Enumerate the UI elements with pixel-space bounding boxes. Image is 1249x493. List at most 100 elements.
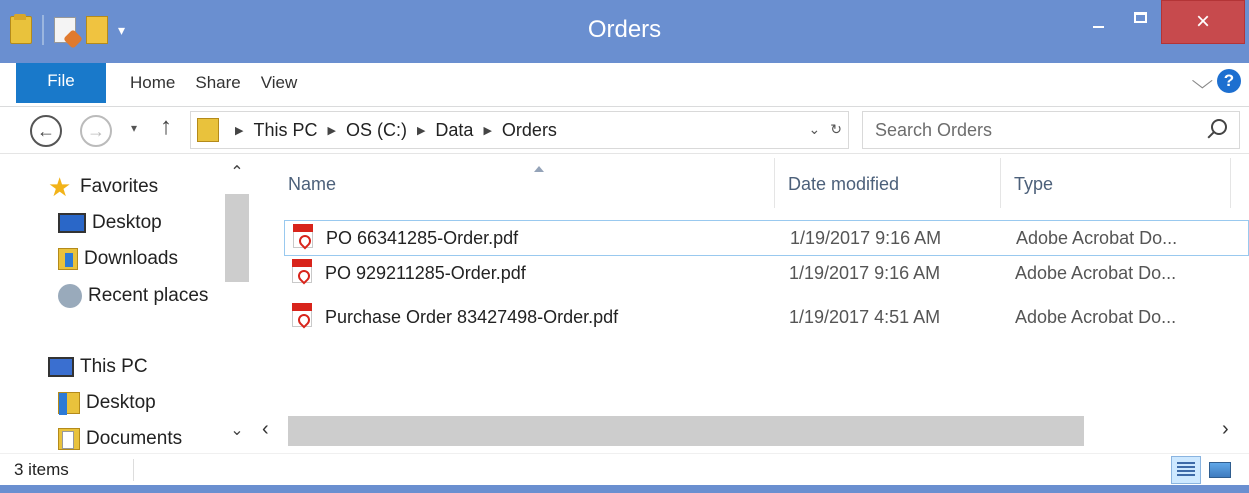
tab-share[interactable]: Share: [195, 73, 240, 93]
file-date-modified: 1/19/2017 4:51 AM: [789, 307, 941, 327]
status-divider: [133, 459, 134, 481]
address-actions: ⌄ ↻: [809, 121, 842, 138]
breadcrumb-this-pc[interactable]: This PC: [253, 120, 317, 141]
sidebar-item-label: Recent places: [88, 285, 209, 306]
column-header-name[interactable]: Name: [288, 174, 336, 195]
pdf-file-icon: [292, 303, 312, 327]
folder-icon[interactable]: [10, 14, 32, 44]
scroll-right-icon[interactable]: ›: [1222, 418, 1229, 441]
navigation-pane-scrollbar[interactable]: ⌃ ⌄: [222, 154, 252, 454]
window-controls: ×: [1077, 0, 1245, 44]
up-button[interactable]: ↑: [160, 113, 172, 141]
column-divider[interactable]: [774, 158, 775, 208]
file-name: PO 66341285-Order.pdf: [326, 228, 519, 248]
new-folder-icon[interactable]: [86, 16, 108, 44]
minimize-button[interactable]: [1077, 0, 1119, 44]
column-divider[interactable]: [1000, 158, 1001, 208]
breadcrumb-os-c[interactable]: OS (C:): [346, 120, 407, 141]
details-view-button[interactable]: [1171, 456, 1201, 484]
tab-view[interactable]: View: [261, 73, 298, 93]
sidebar-item-label: Documents: [86, 428, 183, 449]
table-row[interactable]: PO 66341285-Order.pdf 1/19/2017 9:16 AM …: [284, 220, 1249, 256]
sidebar-item-label: Desktop: [86, 392, 156, 413]
column-divider[interactable]: [1230, 158, 1231, 208]
sidebar-item-recent-places[interactable]: Recent places: [58, 284, 208, 308]
scroll-down-icon[interactable]: ⌄: [222, 420, 252, 440]
file-list-scrollbar[interactable]: ‹ ›: [252, 416, 1249, 446]
downloads-icon: [58, 248, 78, 270]
documents-icon: [58, 428, 80, 450]
breadcrumb: ▶ This PC ▶ OS (C:) ▶ Data ▶ Orders: [225, 120, 557, 141]
sidebar-item-desktop[interactable]: Desktop: [58, 212, 162, 234]
breadcrumb-orders[interactable]: Orders: [502, 120, 557, 141]
breadcrumb-separator-icon[interactable]: ▶: [417, 124, 425, 137]
sidebar-item-documents[interactable]: Documents: [58, 428, 182, 450]
column-header-date-modified[interactable]: Date modified: [788, 174, 899, 195]
item-count: 3 items: [14, 460, 69, 479]
ribbon-right: ⌵ ?: [1192, 68, 1241, 94]
title-bar[interactable]: ▾ Orders ×: [0, 0, 1249, 63]
table-row[interactable]: Purchase Order 83427498-Order.pdf 1/19/2…: [284, 300, 1249, 336]
expand-ribbon-icon[interactable]: ⌵: [1192, 68, 1214, 94]
customize-toolbar-icon[interactable]: ▾: [118, 22, 125, 39]
quick-access-toolbar: ▾: [10, 10, 125, 50]
sidebar-item-this-pc[interactable]: This PC: [48, 356, 148, 378]
pdf-file-icon: [292, 259, 312, 283]
this-pc-icon: [48, 357, 74, 377]
address-bar[interactable]: ▶ This PC ▶ OS (C:) ▶ Data ▶ Orders ⌄ ↻: [190, 111, 849, 149]
address-dropdown-icon[interactable]: ⌄: [809, 121, 821, 138]
file-type: Adobe Acrobat Do...: [1016, 228, 1178, 248]
column-header-type[interactable]: Type: [1014, 174, 1053, 195]
column-headers: Name Date modified Type: [252, 154, 1249, 208]
folder-icon: [197, 118, 219, 142]
maximize-button[interactable]: [1119, 0, 1161, 44]
breadcrumb-separator-icon[interactable]: ▶: [327, 124, 335, 137]
refresh-icon[interactable]: ↻: [830, 121, 842, 138]
scrollbar-thumb[interactable]: [288, 416, 1084, 446]
forward-button[interactable]: →: [80, 115, 112, 147]
search-icon[interactable]: [1211, 119, 1227, 135]
scrollbar-thumb[interactable]: [225, 194, 249, 282]
view-switcher: [1171, 456, 1235, 484]
search-box[interactable]: [862, 111, 1240, 149]
folder-icon: [58, 392, 80, 415]
sidebar-item-favorites[interactable]: ★ Favorites: [48, 174, 158, 200]
scroll-left-icon[interactable]: ‹: [262, 418, 269, 441]
file-name: PO 929211285-Order.pdf: [325, 263, 526, 283]
help-icon[interactable]: ?: [1217, 69, 1241, 93]
sidebar-item-label: Desktop: [92, 212, 162, 233]
minimize-icon: [1092, 26, 1104, 28]
file-date-modified: 1/19/2017 9:16 AM: [790, 228, 942, 248]
desktop-icon: [58, 213, 86, 233]
breadcrumb-data[interactable]: Data: [435, 120, 473, 141]
breadcrumb-separator-icon[interactable]: ▶: [235, 124, 243, 137]
file-list: Name Date modified Type PO 66341285-Orde…: [252, 154, 1249, 454]
navigation-pane: ★ Favorites Desktop Downloads Recent pla…: [0, 154, 222, 454]
recent-locations-dropdown[interactable]: ▾: [131, 121, 137, 135]
sidebar-item-pc-desktop[interactable]: Desktop: [58, 392, 156, 415]
large-icons-view-button[interactable]: [1205, 456, 1235, 484]
tab-file[interactable]: File: [16, 63, 106, 103]
details-view-icon: [1177, 462, 1195, 478]
ribbon: File Home Share View ⌵ ?: [0, 63, 1249, 107]
close-icon: ×: [1195, 8, 1210, 35]
window-title: Orders: [587, 16, 662, 43]
file-name: Purchase Order 83427498-Order.pdf: [325, 307, 619, 327]
explorer-window: ▾ Orders × File Home Share View ⌵ ? ← → …: [0, 0, 1249, 493]
breadcrumb-separator-icon[interactable]: ▶: [483, 124, 491, 137]
tab-home[interactable]: Home: [130, 73, 175, 93]
pdf-file-icon: [293, 224, 313, 248]
large-icons-view-icon: [1209, 462, 1231, 478]
table-row[interactable]: PO 929211285-Order.pdf 1/19/2017 9:16 AM…: [284, 256, 1249, 292]
sidebar-item-label: This PC: [80, 356, 148, 377]
ribbon-tabs: Home Share View: [130, 73, 297, 93]
scroll-up-icon[interactable]: ⌃: [222, 162, 252, 182]
maximize-icon: [1133, 11, 1147, 23]
back-button[interactable]: ←: [30, 115, 62, 147]
sidebar-item-downloads[interactable]: Downloads: [58, 248, 178, 270]
file-date-modified: 1/19/2017 9:16 AM: [789, 263, 941, 283]
close-button[interactable]: ×: [1161, 0, 1245, 44]
properties-icon[interactable]: [54, 17, 76, 43]
navigation-bar: ← → ▾ ↑ ▶ This PC ▶ OS (C:) ▶ Data ▶ Ord…: [0, 107, 1249, 153]
search-input[interactable]: [875, 119, 1195, 141]
